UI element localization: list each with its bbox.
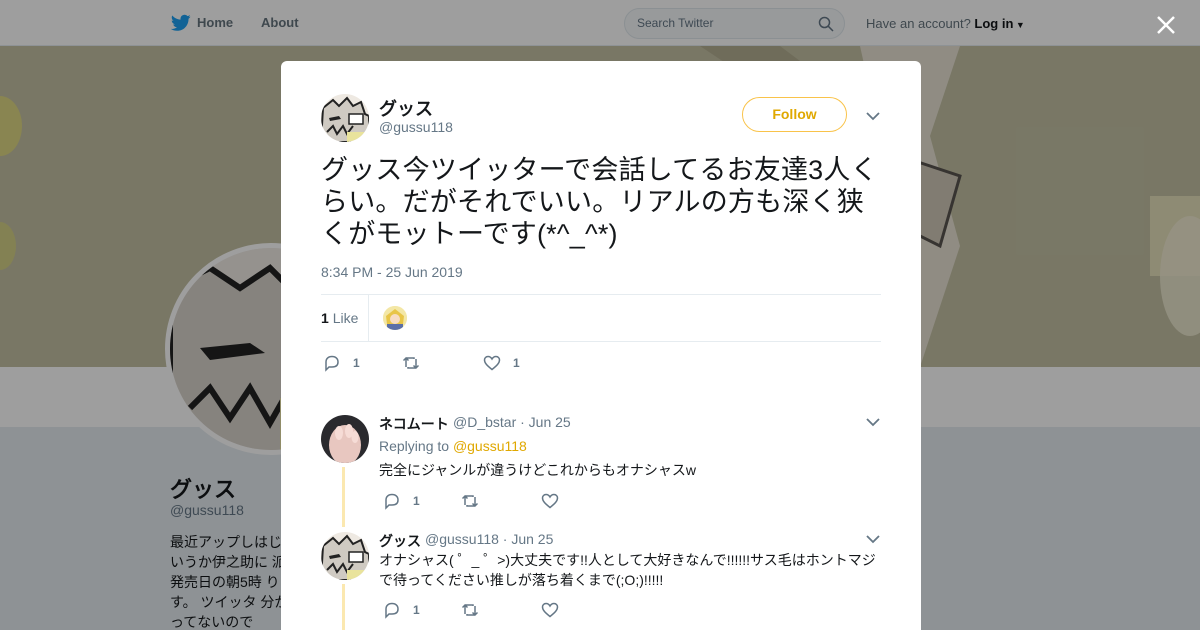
close-icon[interactable] — [1153, 12, 1179, 38]
heart-icon — [483, 355, 501, 371]
reply-author-name[interactable]: グッス — [379, 531, 421, 551]
like-action[interactable]: 1 — [483, 353, 520, 373]
heart-icon — [541, 493, 559, 509]
chevron-down-icon[interactable] — [866, 417, 880, 427]
replying-to-line: Replying to @gussu118 — [379, 438, 527, 454]
reply-author-handle[interactable]: @D_bstar — [453, 414, 516, 430]
reply-author-avatar[interactable] — [321, 532, 369, 580]
reply-count: 1 — [353, 356, 360, 370]
reply-meta: @gussu118 · Jun 25 — [425, 531, 553, 547]
tweet-timestamp[interactable]: 8:34 PM - 25 Jun 2019 — [321, 264, 463, 280]
author-handle[interactable]: @gussu118 — [379, 119, 453, 135]
reply-text: オナシャス( ゜_ ゜>)大丈夫です!!人として大好きなんで!!!!!!サス毛は… — [379, 552, 876, 588]
author-name[interactable]: グッス — [379, 95, 433, 121]
like-action[interactable] — [541, 600, 559, 620]
retweet-action[interactable] — [402, 353, 420, 373]
retweet-icon — [402, 356, 420, 370]
author-avatar-art — [321, 94, 369, 142]
reply-author-handle[interactable]: @gussu118 — [425, 531, 499, 547]
reply-avatar-art — [321, 532, 369, 580]
reply-date[interactable]: · Jun 25 — [503, 531, 554, 547]
like-count[interactable]: 1 Like — [321, 310, 358, 326]
follow-button[interactable]: Follow — [742, 97, 847, 132]
reply-action[interactable]: 1 — [383, 600, 420, 620]
retweet-action[interactable] — [461, 491, 479, 511]
reply-count: 1 — [413, 603, 420, 617]
tweet-text: グッス今ツイッターで会話してるお友達3人くらい。だがそれでいい。リアルの方も深く… — [321, 155, 878, 249]
thread-connector — [342, 584, 345, 630]
reply-avatar-art — [321, 415, 369, 463]
retweet-icon — [461, 603, 479, 617]
replying-to-link[interactable]: @gussu118 — [453, 438, 527, 454]
reply-author-avatar[interactable] — [321, 415, 369, 463]
reply-icon — [325, 355, 339, 372]
thread-connector — [342, 467, 345, 527]
retweet-action[interactable] — [461, 600, 479, 620]
liker-avatar-art — [383, 306, 407, 330]
retweet-icon — [461, 494, 479, 508]
favorite-count: 1 — [513, 356, 520, 370]
stats-divider — [368, 295, 369, 341]
chevron-down-icon[interactable] — [866, 534, 880, 544]
reply-action[interactable]: 1 — [323, 353, 360, 373]
tweet-stats-row: 1 Like — [321, 294, 881, 342]
reply-count: 1 — [413, 494, 420, 508]
reply-icon — [385, 493, 399, 510]
reply-icon — [385, 602, 399, 619]
reply-text: 完全にジャンルが違うけどこれからもオナシャスw — [379, 462, 696, 478]
reply-author-name[interactable]: ネコムート — [379, 414, 449, 434]
reply-date[interactable]: · Jun 25 — [520, 414, 571, 430]
tweet-modal: グッス @gussu118 Follow グッス今ツイッターで会話してるお友達3… — [281, 61, 921, 630]
heart-icon — [541, 602, 559, 618]
like-action[interactable] — [541, 491, 559, 511]
reply-action[interactable]: 1 — [383, 491, 420, 511]
author-avatar[interactable] — [321, 94, 369, 142]
chevron-down-icon[interactable] — [866, 111, 880, 121]
liker-avatar[interactable] — [383, 306, 407, 330]
reply-meta: @D_bstar · Jun 25 — [453, 414, 571, 430]
